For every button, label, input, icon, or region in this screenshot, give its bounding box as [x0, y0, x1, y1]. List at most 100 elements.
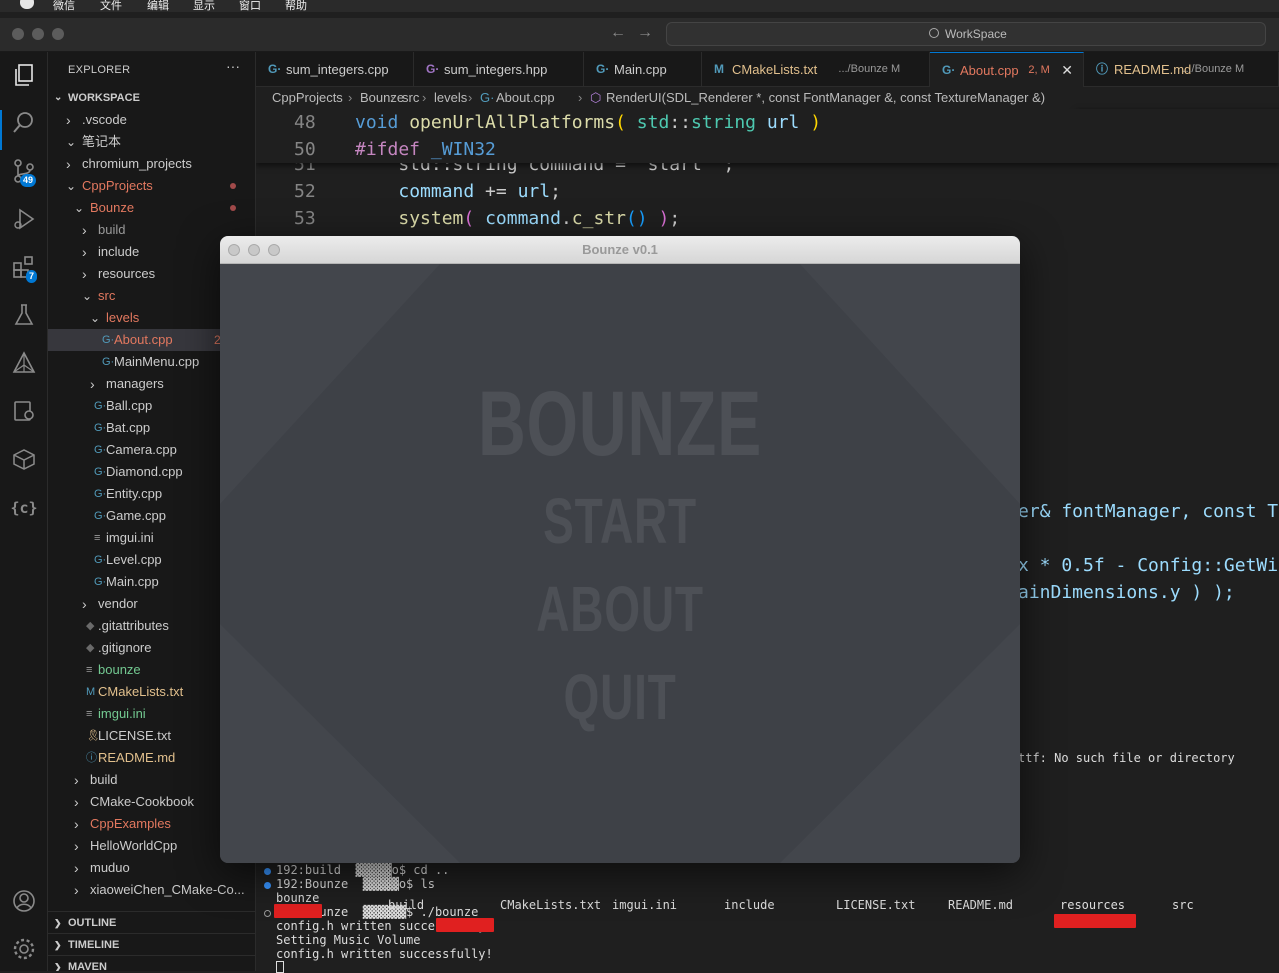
command-center-search[interactable]: WorkSpace	[666, 22, 1266, 46]
terminal-line: config.h written successfully!	[276, 947, 493, 961]
tab-label: sum_integers.cpp	[286, 62, 389, 77]
terminal-cursor	[276, 961, 284, 973]
tab-readme-md[interactable]: ⓘ README.md .../Bounze M	[1084, 52, 1279, 87]
red-underline-annotation	[436, 918, 494, 932]
cpp-file-icon: G·	[94, 400, 107, 412]
file-type-icon: G·	[426, 62, 440, 76]
terminal-panel[interactable]: 192:build ▓▓▓▓▓o$ cd .. 192:Bounze ▓▓▓▓▓…	[256, 862, 1279, 973]
tab-description: .../Bounze M	[1182, 63, 1245, 75]
code-line-48: void openUrlAllPlatforms( std::string ur…	[355, 112, 822, 133]
tree-folder[interactable]: ⌄ CppProjects	[48, 175, 255, 197]
line-number: 53	[294, 208, 316, 229]
command-running-icon	[264, 910, 271, 917]
timeline-section[interactable]: ❯ TIMELINE	[48, 933, 255, 955]
breadcrumb-separator-icon: ›	[390, 90, 395, 105]
search-icon[interactable]	[10, 110, 38, 138]
menu-help[interactable]: 帮助	[285, 0, 307, 12]
menu-wechat[interactable]: 微信	[53, 0, 75, 12]
tab-description: 2, M	[1028, 64, 1050, 76]
game-titlebar[interactable]: Bounze v0.1	[220, 236, 1020, 264]
tab-sum-integers-cpp[interactable]: G· sum_integers.cpp	[256, 52, 414, 87]
breadcrumb-item[interactable]: RenderUI(SDL_Renderer *, const FontManag…	[606, 87, 1045, 109]
tree-folder[interactable]: ⌄ Bounze	[48, 197, 255, 219]
tree-item-label: Level.cpp	[106, 552, 162, 567]
testing-flask-icon[interactable]	[10, 302, 38, 330]
tab-sum-integers-hpp[interactable]: G· sum_integers.hpp	[414, 52, 584, 87]
tree-folder[interactable]: › chromium_projects	[48, 153, 255, 175]
chevron-down-icon: ⌄	[66, 179, 77, 193]
tab-label: CMakeLists.txt	[732, 62, 818, 77]
tree-item-label: About.cpp	[114, 332, 173, 347]
more-actions-icon[interactable]: ···	[226, 58, 240, 74]
ls-entry: resources	[1060, 898, 1126, 912]
apple-icon[interactable]	[20, 0, 34, 9]
tree-item-label: .vscode	[82, 112, 127, 127]
terminal-ls-output: CMakeLists.txt imgui.ini include LICENSE.tx…	[256, 891, 1279, 912]
breadcrumb-item[interactable]: About.cpp	[496, 87, 555, 109]
game-title: Bounze v0.1	[582, 242, 658, 257]
menu-about-button[interactable]: ABOUT	[332, 574, 908, 644]
forward-arrow-icon[interactable]: →	[637, 24, 653, 42]
menu-window[interactable]: 窗口	[239, 0, 261, 12]
tree-item-label: build	[90, 772, 118, 787]
breadcrumb-item[interactable]: CppProjects	[272, 87, 343, 109]
menu-quit-button[interactable]: QUIT	[332, 662, 908, 732]
back-arrow-icon[interactable]: ←	[610, 24, 626, 42]
ini-file-icon: ≡	[86, 708, 93, 720]
remote-explorer-icon[interactable]	[10, 398, 38, 426]
tree-folder[interactable]: ⌄ 笔记本	[48, 131, 255, 153]
zoom-window-button[interactable]	[52, 28, 64, 40]
search-icon	[929, 28, 939, 38]
breadcrumb-item[interactable]: Bounze	[360, 87, 404, 109]
git-file-icon: ◆	[86, 620, 95, 632]
tree-item-label: CppExamples	[90, 816, 171, 831]
menu-view[interactable]: 显示	[193, 0, 215, 12]
explorer-files-icon[interactable]	[10, 62, 38, 90]
chevron-right-icon: ›	[66, 156, 71, 172]
tree-item-label: CMakeLists.txt	[98, 684, 184, 699]
breadcrumb-separator-icon: ›	[348, 90, 353, 105]
close-tab-icon[interactable]: ✕	[1061, 53, 1073, 87]
game-window[interactable]: Bounze v0.1 BOUNZE START ABOUT QUIT	[220, 236, 1020, 863]
tree-item-label: chromium_projects	[82, 156, 192, 171]
outline-section[interactable]: ❯ OUTLINE	[48, 911, 255, 933]
tree-item-label: README.md	[98, 750, 176, 765]
chevron-right-icon: ›	[82, 266, 87, 282]
breadcrumb-item[interactable]: levels	[434, 87, 467, 109]
minimize-window-button[interactable]	[32, 28, 44, 40]
tree-item-label: src	[98, 288, 116, 303]
tree-folder[interactable]: › .vscode	[48, 109, 255, 131]
account-icon[interactable]	[10, 888, 38, 916]
chevron-right-icon: ›	[74, 838, 79, 854]
tree-item-label: 笔记本	[82, 134, 122, 149]
activity-bar: 49 7 {c}	[0, 52, 48, 971]
file-type-icon: G·	[268, 62, 282, 76]
menu-start-button[interactable]: START	[332, 486, 908, 556]
chevron-down-icon: ⌄	[66, 135, 77, 149]
cmake-file-icon: M	[86, 686, 96, 698]
tree-item-label: include	[98, 244, 140, 259]
tree-item-label: Diamond.cpp	[106, 464, 183, 479]
gear-icon[interactable]	[10, 936, 38, 964]
cmake-icon[interactable]	[10, 350, 38, 378]
tree-item-label: CppProjects	[82, 178, 153, 193]
package-cube-icon[interactable]	[10, 446, 38, 474]
close-window-button[interactable]	[12, 28, 24, 40]
menu-edit[interactable]: 编辑	[147, 0, 169, 12]
run-debug-icon[interactable]	[10, 206, 38, 234]
tab-main-cpp[interactable]: G· Main.cpp	[584, 52, 702, 87]
workspace-section-header[interactable]: ⌄ WORKSPACE	[48, 87, 255, 109]
tree-folder[interactable]: › xiaoweiChen_CMake-Co...	[48, 879, 255, 901]
breadcrumb-item[interactable]: src	[402, 87, 419, 109]
tab-about-cpp[interactable]: G· About.cpp 2, M ✕	[930, 52, 1084, 87]
tab-label: README.md	[1114, 62, 1192, 77]
ls-entry: imgui.ini	[612, 898, 678, 912]
breadcrumb-separator-icon: ›	[422, 90, 427, 105]
json-braces-icon[interactable]: {c}	[10, 494, 38, 522]
tab-cmakelists-txt[interactable]: M CMakeLists.txt .../Bounze M	[702, 52, 930, 87]
cpp-file-icon: G·	[480, 90, 495, 105]
menu-file[interactable]: 文件	[100, 0, 122, 12]
maven-section[interactable]: ❯ MAVEN	[48, 955, 255, 971]
sticky-scroll[interactable]: 48 void openUrlAllPlatforms( std::string…	[256, 109, 1279, 163]
breadcrumb-separator-icon: ›	[468, 90, 473, 105]
